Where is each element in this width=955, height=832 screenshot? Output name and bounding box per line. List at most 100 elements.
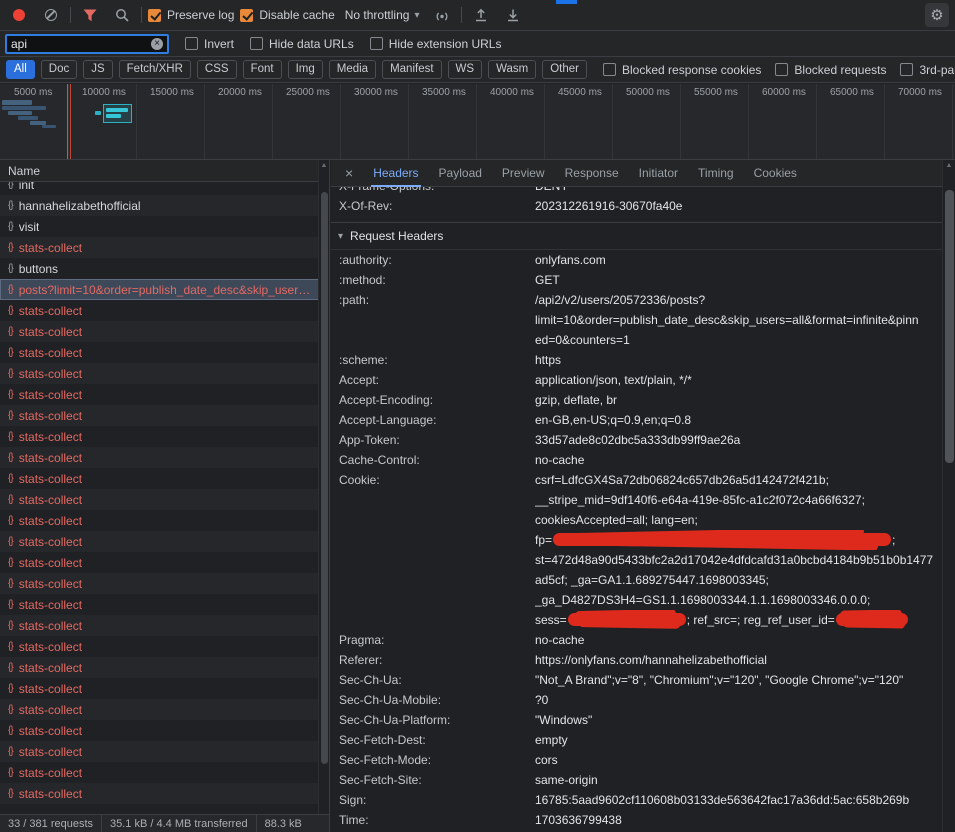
network-conditions-button[interactable] bbox=[429, 3, 455, 27]
invert-checkbox[interactable]: Invert bbox=[185, 37, 234, 51]
details-scrollbar[interactable]: ▲ bbox=[942, 160, 955, 832]
settings-button[interactable]: ⚙ bbox=[925, 3, 949, 27]
request-row[interactable]: {}stats-collect bbox=[0, 636, 329, 657]
request-row[interactable]: {}stats-collect bbox=[0, 426, 329, 447]
request-name: init bbox=[19, 182, 34, 192]
header-row: Sec-Fetch-Mode:cors bbox=[331, 750, 942, 770]
request-row[interactable]: {}stats-collect bbox=[0, 300, 329, 321]
request-row[interactable]: {}stats-collect bbox=[0, 489, 329, 510]
request-row[interactable]: {}stats-collect bbox=[0, 405, 329, 426]
tab-timing[interactable]: Timing bbox=[688, 160, 744, 186]
request-row[interactable]: {}posts?limit=10&order=publish_date_desc… bbox=[0, 279, 329, 300]
request-row[interactable]: {}stats-collect bbox=[0, 741, 329, 762]
record-icon bbox=[13, 9, 25, 21]
checkbox-blocked-response-cookies[interactable]: Blocked response cookies bbox=[603, 63, 761, 77]
filter-chip-css[interactable]: CSS bbox=[197, 60, 237, 80]
request-row[interactable]: {}stats-collect bbox=[0, 510, 329, 531]
script-icon: {} bbox=[8, 641, 13, 652]
header-value: https://onlyfans.com/hannahelizabethoffi… bbox=[535, 650, 942, 670]
name-column-header[interactable]: Name bbox=[0, 160, 329, 182]
header-value: application/json, text/plain, */* bbox=[535, 370, 942, 390]
header-value: "Windows" bbox=[535, 710, 942, 730]
request-row[interactable]: {}stats-collect bbox=[0, 657, 329, 678]
filter-chip-ws[interactable]: WS bbox=[448, 60, 483, 80]
checkbox-box bbox=[370, 37, 383, 50]
hide-extension-urls-checkbox[interactable]: Hide extension URLs bbox=[370, 37, 502, 51]
close-details-icon[interactable]: × bbox=[335, 165, 363, 181]
checkbox-label: 3rd-party requests bbox=[919, 63, 955, 77]
header-row: Accept:application/json, text/plain, */* bbox=[331, 370, 942, 390]
request-row[interactable]: {}stats-collect bbox=[0, 720, 329, 741]
request-row[interactable]: {}visit bbox=[0, 216, 329, 237]
scroll-up-icon[interactable]: ▲ bbox=[319, 162, 329, 169]
request-row[interactable]: {}stats-collect bbox=[0, 678, 329, 699]
checkbox-blocked-requests[interactable]: Blocked requests bbox=[775, 63, 886, 77]
request-row[interactable]: {}stats-collect bbox=[0, 447, 329, 468]
filter-input[interactable]: api × bbox=[5, 34, 169, 54]
filter-chip-manifest[interactable]: Manifest bbox=[382, 60, 441, 80]
request-headers-section-header[interactable]: ▾ Request Headers bbox=[331, 223, 942, 250]
tab-response[interactable]: Response bbox=[555, 160, 629, 186]
request-row[interactable]: {}stats-collect bbox=[0, 552, 329, 573]
request-row[interactable]: {}hannahelizabethofficial bbox=[0, 195, 329, 216]
request-row[interactable]: {}buttons bbox=[0, 258, 329, 279]
response-headers-tail: X-Frame-Options:DENYX-Of-Rev:20231226191… bbox=[331, 187, 942, 216]
filter-toggle-button[interactable] bbox=[77, 3, 103, 27]
request-row[interactable]: {}stats-collect bbox=[0, 342, 329, 363]
checkbox-box bbox=[250, 37, 263, 50]
request-name: stats-collect bbox=[19, 367, 82, 381]
import-har-button[interactable] bbox=[468, 3, 494, 27]
throttling-select[interactable]: No throttling ▾ bbox=[341, 8, 424, 22]
preserve-log-checkbox[interactable]: Preserve log bbox=[148, 8, 234, 22]
tab-initiator[interactable]: Initiator bbox=[629, 160, 688, 186]
request-row[interactable]: {}stats-collect bbox=[0, 783, 329, 804]
request-row[interactable]: {}stats-collect bbox=[0, 384, 329, 405]
filter-chip-doc[interactable]: Doc bbox=[41, 60, 77, 80]
header-name: Accept-Encoding: bbox=[339, 390, 535, 410]
filter-chip-js[interactable]: JS bbox=[83, 60, 112, 80]
export-har-button[interactable] bbox=[500, 3, 526, 27]
request-list-scrollbar[interactable]: ▲ bbox=[318, 160, 329, 814]
scrollbar-thumb[interactable] bbox=[945, 190, 954, 463]
search-button[interactable] bbox=[109, 3, 135, 27]
request-row[interactable]: {}stats-collect bbox=[0, 594, 329, 615]
request-row[interactable]: {}stats-collect bbox=[0, 321, 329, 342]
clear-filter-icon[interactable]: × bbox=[151, 38, 163, 50]
clear-button[interactable] bbox=[38, 3, 64, 27]
header-value: empty bbox=[535, 730, 942, 750]
tab-headers[interactable]: Headers bbox=[363, 160, 428, 186]
request-row[interactable]: {}stats-collect bbox=[0, 615, 329, 636]
tab-payload[interactable]: Payload bbox=[429, 160, 492, 186]
request-row[interactable]: {}stats-collect bbox=[0, 237, 329, 258]
request-row[interactable]: {}stats-collect bbox=[0, 531, 329, 552]
record-button[interactable] bbox=[6, 3, 32, 27]
scroll-up-icon[interactable]: ▲ bbox=[943, 162, 955, 169]
request-row[interactable]: {}stats-collect bbox=[0, 573, 329, 594]
filter-chip-fetch-xhr[interactable]: Fetch/XHR bbox=[119, 60, 191, 80]
request-row[interactable]: {}stats-collect bbox=[0, 363, 329, 384]
header-value: no-cache bbox=[535, 630, 942, 650]
hide-data-urls-checkbox[interactable]: Hide data URLs bbox=[250, 37, 354, 51]
tab-preview[interactable]: Preview bbox=[492, 160, 555, 186]
checkbox-box bbox=[603, 63, 616, 76]
filter-chip-other[interactable]: Other bbox=[542, 60, 587, 80]
timeline-overview[interactable]: 5000 ms10000 ms15000 ms20000 ms25000 ms3… bbox=[0, 84, 955, 160]
request-row[interactable]: {}init bbox=[0, 182, 329, 195]
checkbox-3rd-party-requests[interactable]: 3rd-party requests bbox=[900, 63, 955, 77]
header-row: Pragma:no-cache bbox=[331, 630, 942, 650]
filter-chip-all[interactable]: All bbox=[6, 60, 35, 80]
request-row[interactable]: {}stats-collect bbox=[0, 762, 329, 783]
scrollbar-thumb[interactable] bbox=[321, 192, 328, 764]
overview-activity-bar bbox=[106, 108, 128, 112]
filter-chip-img[interactable]: Img bbox=[288, 60, 323, 80]
filter-chip-font[interactable]: Font bbox=[243, 60, 282, 80]
tab-cookies[interactable]: Cookies bbox=[744, 160, 807, 186]
script-icon: {} bbox=[8, 746, 13, 757]
search-icon bbox=[115, 8, 129, 22]
header-row: Time:1703636799438 bbox=[331, 810, 942, 830]
request-row[interactable]: {}stats-collect bbox=[0, 699, 329, 720]
filter-chip-wasm[interactable]: Wasm bbox=[488, 60, 536, 80]
filter-chip-media[interactable]: Media bbox=[329, 60, 376, 80]
disable-cache-checkbox[interactable]: Disable cache bbox=[240, 8, 334, 22]
request-row[interactable]: {}stats-collect bbox=[0, 468, 329, 489]
